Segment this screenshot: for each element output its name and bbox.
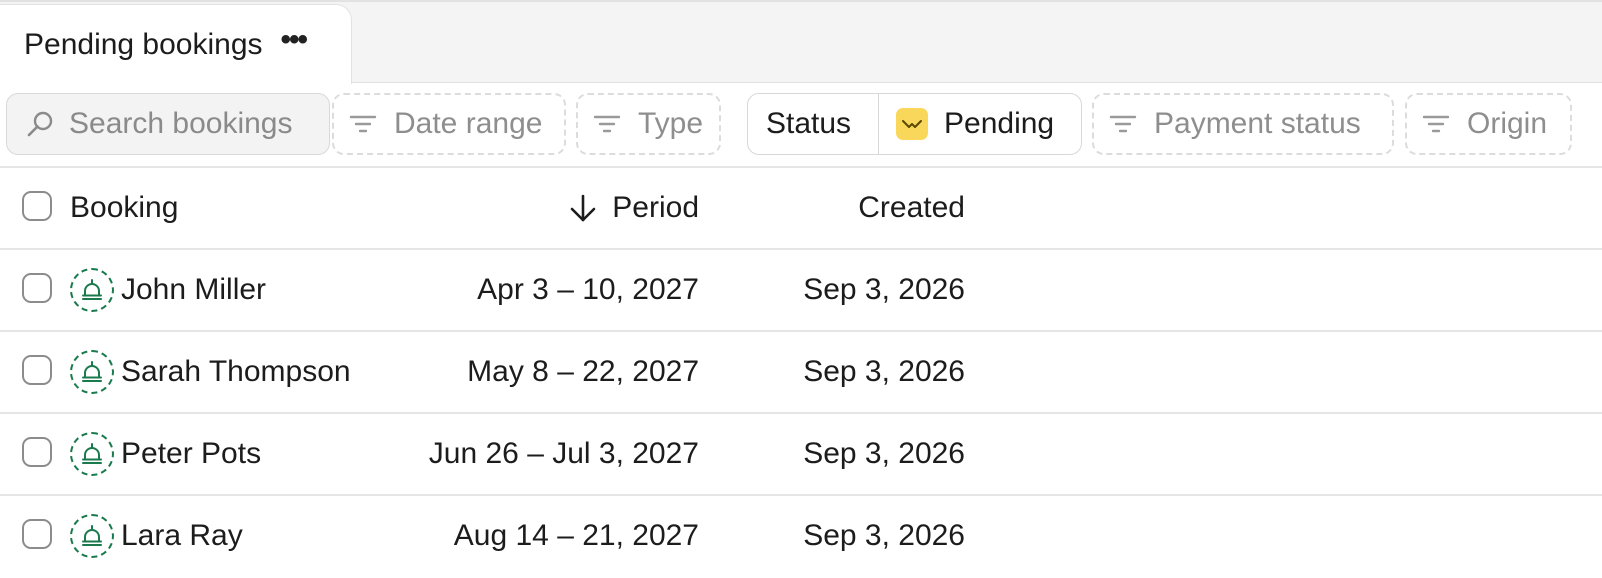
search-icon [27, 111, 53, 137]
filter-icon [349, 115, 377, 133]
table-header-row: Booking Period Created [0, 168, 1602, 250]
tab-bar-divider [352, 82, 1602, 83]
sort-down-icon [570, 194, 596, 222]
booking-cell: Lara Ray [70, 496, 243, 576]
select-all-checkbox[interactable] [22, 191, 52, 221]
payment-status-filter[interactable]: Payment status [1092, 93, 1394, 155]
pending-icon [896, 108, 928, 140]
origin-filter[interactable]: Origin [1405, 93, 1572, 155]
created-cell: Sep 3, 2026 [803, 273, 965, 306]
search-input[interactable]: Search bookings [6, 93, 330, 155]
type-filter[interactable]: Type [576, 93, 721, 155]
row-checkbox[interactable] [22, 355, 52, 385]
tab-pending-bookings[interactable]: Pending bookings ••• [0, 4, 352, 84]
column-header-period-label: Period [612, 191, 699, 224]
more-icon[interactable]: ••• [281, 24, 308, 65]
created-cell: Sep 3, 2026 [803, 519, 965, 552]
status-filter-label: Status [766, 107, 852, 140]
row-checkbox[interactable] [22, 519, 52, 549]
column-header-period[interactable]: Period [568, 168, 699, 248]
search-placeholder: Search bookings [69, 107, 293, 140]
guest-name: John Miller [121, 273, 267, 306]
column-header-created[interactable]: Created [858, 168, 965, 248]
date-range-label: Date range [394, 107, 543, 140]
bell-icon [70, 350, 114, 394]
column-header-booking-label: Booking [70, 191, 179, 224]
period-cell: May 8 – 22, 2027 [467, 355, 699, 388]
period-cell: Jun 26 – Jul 3, 2027 [428, 437, 699, 470]
created-cell: Sep 3, 2026 [803, 437, 965, 470]
bell-icon [70, 432, 114, 476]
bookings-table: Booking Period Created John Miller Apr 3… [0, 168, 1602, 578]
guest-name: Lara Ray [121, 519, 243, 552]
table-row[interactable]: John Miller Apr 3 – 10, 2027 Sep 3, 2026 [0, 250, 1602, 332]
bell-icon [70, 514, 114, 558]
date-range-filter[interactable]: Date range [332, 93, 566, 155]
payment-status-label: Payment status [1154, 107, 1361, 140]
filter-bar: Search bookings Date range Type Status P… [0, 93, 1602, 155]
booking-cell: John Miller [70, 250, 266, 330]
type-label: Type [638, 107, 704, 140]
table-row[interactable]: Lara Ray Aug 14 – 21, 2027 Sep 3, 2026 [0, 496, 1602, 578]
status-filter-divider [878, 93, 879, 155]
bell-icon [70, 268, 114, 312]
filter-icon [1109, 115, 1137, 133]
status-filter-value: Pending [944, 107, 1055, 140]
filter-icon [593, 115, 621, 133]
tab-label: Pending bookings [24, 27, 263, 61]
guest-name: Peter Pots [121, 437, 262, 470]
created-cell: Sep 3, 2026 [803, 355, 965, 388]
table-row[interactable]: Sarah Thompson May 8 – 22, 2027 Sep 3, 2… [0, 332, 1602, 414]
period-cell: Apr 3 – 10, 2027 [477, 273, 699, 306]
table-row[interactable]: Peter Pots Jun 26 – Jul 3, 2027 Sep 3, 2… [0, 414, 1602, 496]
origin-label: Origin [1467, 107, 1548, 140]
row-checkbox[interactable] [22, 273, 52, 303]
row-checkbox[interactable] [22, 437, 52, 467]
status-filter[interactable]: Status Pending [747, 93, 1082, 155]
booking-cell: Sarah Thompson [70, 332, 351, 412]
column-header-booking[interactable]: Booking [70, 168, 178, 248]
filter-icon [1422, 115, 1450, 133]
period-cell: Aug 14 – 21, 2027 [453, 519, 699, 552]
column-header-created-label: Created [858, 191, 965, 224]
guest-name: Sarah Thompson [121, 355, 351, 388]
booking-cell: Peter Pots [70, 414, 261, 494]
